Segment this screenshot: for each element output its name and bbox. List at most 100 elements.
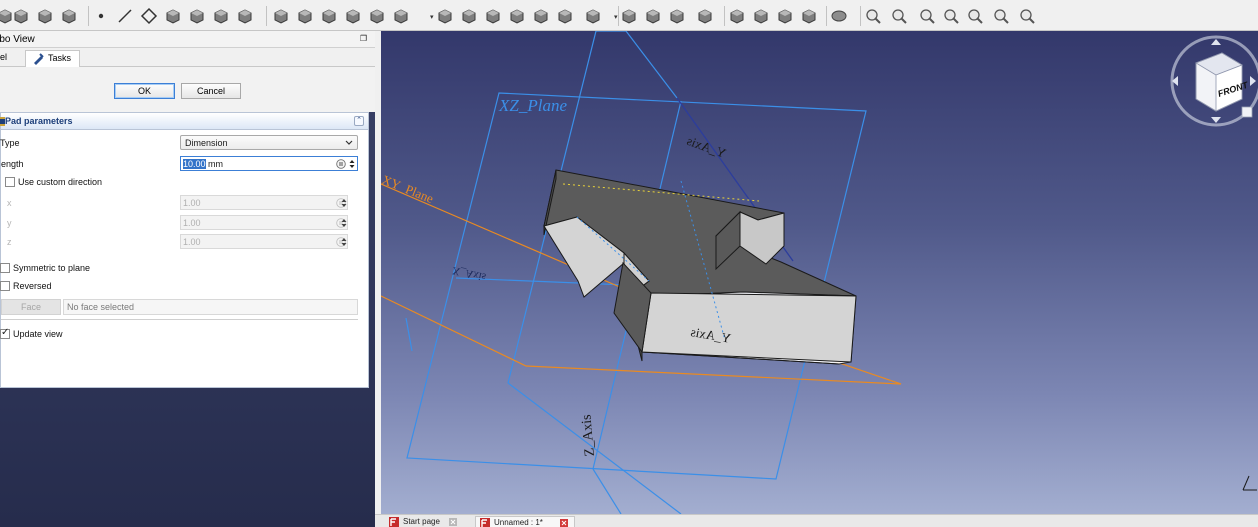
toolbar-separator <box>826 6 827 26</box>
pad-icon[interactable] <box>272 7 290 25</box>
cube-icon[interactable] <box>60 7 78 25</box>
direction-y-stepper-icon[interactable] <box>340 217 348 229</box>
chamfer-icon[interactable] <box>752 7 770 25</box>
subtractive-helix-icon[interactable] <box>556 7 574 25</box>
symmetric-to-plane-checkbox[interactable] <box>0 263 10 273</box>
clone-icon[interactable] <box>236 7 254 25</box>
close-icon[interactable] <box>449 518 457 526</box>
face-field: No face selected <box>63 299 358 315</box>
length-unit: mm <box>205 159 224 169</box>
direction-z-input[interactable]: 1.00 <box>180 234 348 249</box>
float-panel-icon[interactable]: ❐ <box>360 34 367 43</box>
dropdown-arrow-icon[interactable]: ▾ <box>614 13 618 21</box>
pipe-icon[interactable] <box>344 7 362 25</box>
update-view-label: Update view <box>13 329 63 339</box>
navigation-cube[interactable]: FRONT <box>1170 35 1258 127</box>
tab-unnamed-label: Unnamed : 1* <box>494 518 543 527</box>
length-input[interactable]: 10.00 mm <box>180 156 358 171</box>
tab-tasks[interactable]: Tasks <box>25 50 80 67</box>
direction-z-stepper-icon[interactable] <box>340 236 348 248</box>
hole-icon[interactable] <box>460 7 478 25</box>
cancel-button[interactable]: Cancel <box>181 83 241 99</box>
face-button[interactable]: Face <box>1 299 61 315</box>
y-label: y <box>7 218 12 228</box>
measure-linear-icon[interactable] <box>864 7 882 25</box>
dialog-button-bar: OK Cancel <box>0 67 375 112</box>
tab-model-label: del <box>0 52 8 62</box>
linear-pattern-icon[interactable] <box>644 7 662 25</box>
xz-plane-label: XZ_Plane <box>498 96 567 115</box>
draft-icon[interactable] <box>776 7 794 25</box>
polar-pattern-icon[interactable] <box>668 7 686 25</box>
combo-view-header: mbo View ❐ <box>0 31 375 48</box>
direction-z-value: 1.00 <box>183 237 201 247</box>
point-icon[interactable] <box>92 7 110 25</box>
toolbar-separator <box>88 6 89 26</box>
toolbar-separator <box>266 6 267 26</box>
plane-icon[interactable] <box>140 7 158 25</box>
measure-refresh-icon[interactable] <box>918 7 936 25</box>
close-icon[interactable] <box>560 519 568 527</box>
collapse-icon[interactable]: ⌃ <box>354 116 364 126</box>
ok-button[interactable]: OK <box>114 83 175 99</box>
multitransform-icon[interactable] <box>696 7 714 25</box>
boolean-icon[interactable] <box>830 7 848 25</box>
lcs-icon[interactable] <box>164 7 182 25</box>
helix-icon[interactable] <box>368 7 386 25</box>
update-view-checkbox[interactable]: ✓ <box>0 327 10 339</box>
tasks-icon <box>34 53 44 65</box>
toolbar-separator <box>618 6 619 26</box>
tab-unnamed-document[interactable]: Unnamed : 1* <box>475 516 575 527</box>
type-select[interactable]: Dimension <box>180 135 358 150</box>
use-custom-direction-checkbox[interactable] <box>5 177 15 187</box>
import-icon[interactable] <box>36 7 54 25</box>
subtractive-primitive-icon[interactable] <box>584 7 602 25</box>
loft-icon[interactable] <box>320 7 338 25</box>
dropdown-arrow-icon[interactable]: ▾ <box>430 13 434 21</box>
subshape-binder-icon[interactable] <box>212 7 230 25</box>
groove-icon[interactable] <box>484 7 502 25</box>
measure-clear-icon[interactable] <box>942 7 960 25</box>
reversed-checkbox[interactable] <box>0 281 10 291</box>
revolve-icon[interactable] <box>296 7 314 25</box>
shape-binder-icon[interactable] <box>188 7 206 25</box>
z-axis-label: Z_Axis <box>579 414 598 457</box>
reversed-label: Reversed <box>13 281 52 291</box>
direction-x-stepper-icon[interactable] <box>340 197 348 209</box>
subtractive-loft-icon[interactable] <box>508 7 526 25</box>
mirrored-icon[interactable] <box>620 7 638 25</box>
3d-viewport[interactable]: XZ_Plane XY_Plane X_Axis Z_Axis Y_Axis Y… <box>381 31 1258 514</box>
measure-angular-icon[interactable] <box>890 7 908 25</box>
type-select-value: Dimension <box>185 138 228 148</box>
y-axis-label-top: Y_Axis <box>685 133 728 161</box>
additive-primitive-icon[interactable] <box>392 7 410 25</box>
scene-canvas: XZ_Plane XY_Plane X_Axis Z_Axis Y_Axis Y… <box>381 31 1258 514</box>
direction-x-input[interactable]: 1.00 <box>180 195 348 210</box>
tab-tasks-label: Tasks <box>48 53 72 63</box>
pad-parameters-title: Pad parameters <box>5 116 73 126</box>
tab-start-page-label: Start page <box>403 517 440 526</box>
tab-model[interactable]: del <box>0 50 21 67</box>
pocket-icon[interactable] <box>436 7 454 25</box>
combo-view-panel: mbo View ❐ del Tasks OK Cancel Pad p <box>0 31 375 527</box>
measure-toggle-3d-icon[interactable] <box>992 7 1010 25</box>
measure-toggle-delta-icon[interactable] <box>1018 7 1036 25</box>
thickness-icon[interactable] <box>800 7 818 25</box>
pad-parameters-panel: Pad parameters ⌃ Type Dimension ength 10… <box>0 112 369 388</box>
tab-start-page[interactable]: Start page <box>385 516 467 527</box>
measure-toggle-all-icon[interactable] <box>966 7 984 25</box>
sketch-icon[interactable] <box>12 7 30 25</box>
subtractive-pipe-icon[interactable] <box>532 7 550 25</box>
main-toolbar: ▾ ▾ <box>0 0 1258 31</box>
direction-y-input[interactable]: 1.00 <box>180 215 348 230</box>
x-label: x <box>7 198 12 208</box>
length-stepper-icon[interactable] <box>348 158 356 170</box>
fillet-icon[interactable] <box>728 7 746 25</box>
freecad-icon <box>480 518 490 527</box>
z-label: z <box>7 237 12 247</box>
expression-icon[interactable] <box>336 159 346 169</box>
line-icon[interactable] <box>116 7 134 25</box>
chevron-down-icon <box>345 140 353 145</box>
pad-parameters-header: Pad parameters ⌃ <box>0 113 368 130</box>
toolbar-separator <box>860 6 861 26</box>
